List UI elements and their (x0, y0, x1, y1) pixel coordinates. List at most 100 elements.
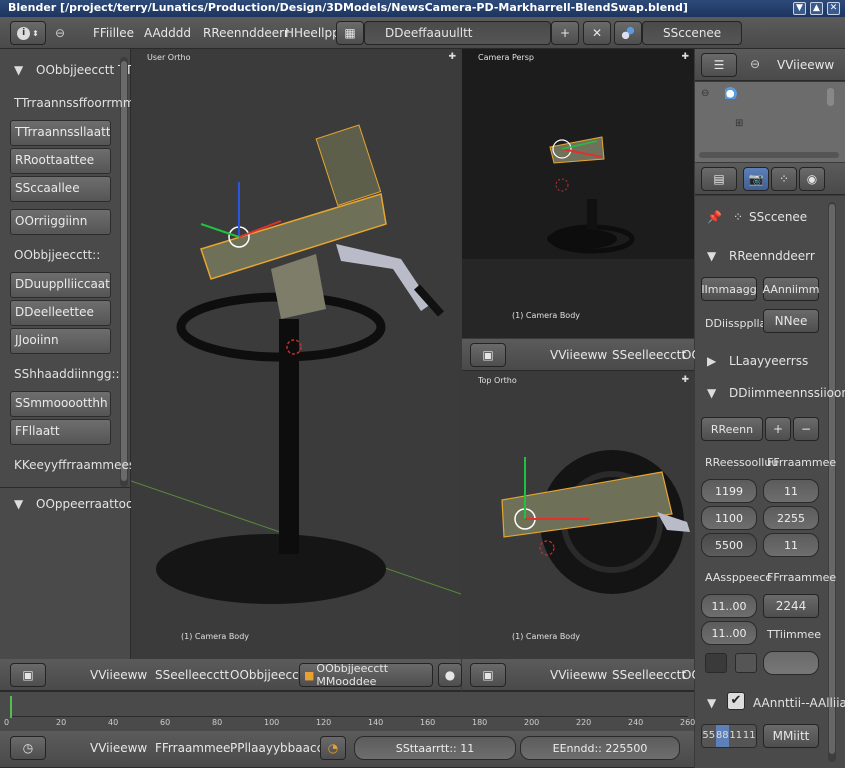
properties-scrollbar[interactable] (828, 202, 836, 762)
outliner-scrollbar[interactable] (827, 88, 834, 106)
delete-button[interactable]: DDeelleettee (10, 300, 111, 326)
screen-layout-field[interactable]: DDeeffaauulltt (364, 21, 551, 45)
frame-rate-dropdown[interactable]: 2244 (763, 594, 819, 618)
antialias-panel-triangle-icon[interactable]: ▼ (707, 696, 716, 710)
camera-menu-view[interactable]: VViieeww (550, 348, 607, 362)
duplicate-objects-button[interactable]: DDuupplliiccaattee OO (10, 272, 111, 298)
render-preset-dropdown[interactable]: RReenn (701, 417, 763, 441)
main-menu-select[interactable]: SSeelleecctt (155, 668, 229, 682)
end-frame-field[interactable]: EEnndd:: 225500 (520, 736, 680, 760)
origin-button[interactable]: OOrriiggiinn (10, 209, 111, 235)
outliner-view-menu[interactable]: VViieeww (777, 58, 834, 72)
camera-menu-select[interactable]: SSeelleecctt (612, 348, 686, 362)
aa-samples-8[interactable]: 88 (715, 725, 729, 747)
menu-help[interactable]: HHeellpp (285, 26, 340, 40)
scene-field[interactable]: SSccenee (642, 21, 742, 45)
start-frame-field[interactable]: SSttaarrtt:: 11 (354, 736, 516, 760)
rotate-button[interactable]: RRoottaattee (10, 148, 111, 174)
render-tab[interactable]: 📷 (743, 167, 769, 191)
dimensions-panel-title[interactable]: DDiimmeennssiioonnss (729, 386, 845, 400)
collapse-menu-icon[interactable]: ⊖ (55, 26, 65, 40)
render-panel-title[interactable]: RReennddeerr (729, 249, 815, 263)
timeline-editor-type-button[interactable]: ◷ (10, 736, 46, 760)
world-tab[interactable]: ◉ (799, 167, 825, 191)
outliner-hscrollbar[interactable] (699, 152, 839, 158)
scale-button[interactable]: SSccaallee (10, 176, 111, 202)
outliner-collapse-icon[interactable]: ⊖ (750, 57, 760, 71)
add-layout-button[interactable]: + (551, 21, 579, 45)
aa-samples-selector[interactable]: 55 88 11 11 (701, 724, 757, 748)
current-frame-indicator[interactable] (10, 696, 12, 718)
top-menu-view[interactable]: VViieeww (550, 668, 607, 682)
border-checkbox[interactable] (705, 653, 727, 673)
frame-start-field[interactable]: 11 (763, 479, 819, 503)
pin-icon[interactable]: 📌 (707, 210, 722, 224)
top-menu-select[interactable]: SSeelleecctt (612, 668, 686, 682)
menu-render[interactable]: RReennddeerr (203, 26, 289, 40)
aa-samples-16[interactable]: 11 (742, 725, 756, 747)
timeline-menu-frame[interactable]: FFrraammee (155, 741, 230, 755)
screen-layout-icon[interactable]: ▦ (336, 21, 364, 45)
dimensions-panel-triangle-icon[interactable]: ▼ (707, 386, 716, 400)
main-menu-view[interactable]: VViieeww (90, 668, 147, 682)
render-panel-triangle-icon[interactable]: ▼ (707, 249, 716, 263)
scene-tab[interactable]: ⁘ (771, 167, 797, 191)
menu-add[interactable]: AAdddd (144, 26, 191, 40)
layers-panel-triangle-icon[interactable]: ▶ (707, 354, 716, 368)
timeline-menu-view[interactable]: VViieeww (90, 741, 147, 755)
smooth-button[interactable]: SSmmooootthh (10, 391, 111, 417)
main-menu-object[interactable]: OObbjjeecctt (230, 668, 308, 682)
camera-3d-viewport[interactable]: Camera Persp ✚ (1) Camera Body (462, 49, 694, 338)
layers-panel-title[interactable]: LLaayyeerrss (729, 354, 808, 368)
display-dropdown[interactable]: NNee (763, 309, 819, 333)
delete-layout-button[interactable]: ✕ (583, 21, 611, 45)
close-window-button[interactable]: ✕ (827, 2, 840, 15)
main-editor-type-button[interactable]: ▣ (10, 663, 46, 687)
minimize-button[interactable]: ▼ (793, 2, 806, 15)
timeline-area[interactable]: 0 20 40 60 80 100 120 140 160 180 200 220 240 260 (0, 691, 695, 731)
translate-button[interactable]: TTrraannssllaattee (10, 120, 111, 146)
add-preset-button[interactable]: + (765, 417, 791, 441)
aspect-x-field[interactable]: 11..00 (701, 594, 757, 618)
tool-shelf-scrollbar[interactable] (120, 57, 128, 487)
outliner-editor-type-button[interactable]: ☰ (701, 53, 737, 77)
aa-samples-5[interactable]: 55 (702, 725, 716, 747)
frame-end-field[interactable]: 2255 (763, 506, 819, 530)
top-3d-viewport[interactable]: Top Ortho ✚ (1) Camera Body (462, 372, 694, 659)
maximize-button[interactable]: ▲ (810, 2, 823, 15)
aa-filter-dropdown[interactable]: MMiitt (763, 724, 819, 748)
resolution-percent-slider[interactable]: 5500 (701, 533, 757, 557)
aa-samples-11[interactable]: 11 (729, 725, 743, 747)
viewport-shading-button[interactable]: ● (438, 663, 462, 687)
panel-collapse-triangle-icon[interactable]: ▼ (14, 63, 23, 77)
collapsed-item-icon[interactable]: ⊞ (735, 118, 743, 129)
flat-button[interactable]: FFllaatt (10, 419, 111, 445)
editor-type-info-button[interactable]: i ⬍ (10, 21, 46, 45)
frame-step-field[interactable]: 11 (763, 533, 819, 557)
camera-editor-type-button[interactable]: ▣ (470, 343, 506, 367)
antialias-panel-title[interactable]: AAnnttii--AAlliiaa (753, 696, 845, 710)
main-3d-viewport[interactable]: User Ortho ✚ (1) Camera Body (131, 49, 461, 659)
mode-dropdown[interactable]: ■ OObbjjeecctt MMooddee (299, 662, 433, 688)
render-animation-button[interactable]: AAnniimm (763, 277, 819, 301)
join-button[interactable]: JJooiinn (10, 328, 111, 354)
operator-collapse-triangle-icon[interactable]: ▼ (14, 497, 23, 511)
menu-file[interactable]: FFiillee (93, 26, 134, 40)
expand-icon[interactable]: ⊖ (701, 88, 709, 99)
resolution-y-field[interactable]: 1100 (701, 506, 757, 530)
remove-preset-button[interactable]: − (793, 417, 819, 441)
properties-editor-type-button[interactable]: ▤ (701, 167, 737, 191)
top-editor-type-button[interactable]: ▣ (470, 663, 506, 687)
preview-range-button[interactable]: ◔ (320, 736, 346, 760)
time-remap-field[interactable] (763, 651, 819, 675)
aspect-y-value: 11..00 (711, 626, 747, 640)
aspect-y-field[interactable]: 11..00 (701, 621, 757, 645)
operator-panel-title[interactable]: OOppeerraattoorr (36, 497, 143, 511)
object-tools-panel-title[interactable]: OObbjjeecctt TToo (36, 63, 145, 77)
resolution-x-field[interactable]: 1199 (701, 479, 757, 503)
outliner-tree[interactable]: ⊖ ⊞ (695, 82, 845, 162)
crop-checkbox[interactable] (735, 653, 757, 673)
scene-icon[interactable] (614, 21, 642, 45)
antialias-checkbox[interactable]: ✔ (727, 692, 745, 710)
render-image-button[interactable]: IImmaagg (701, 277, 757, 301)
